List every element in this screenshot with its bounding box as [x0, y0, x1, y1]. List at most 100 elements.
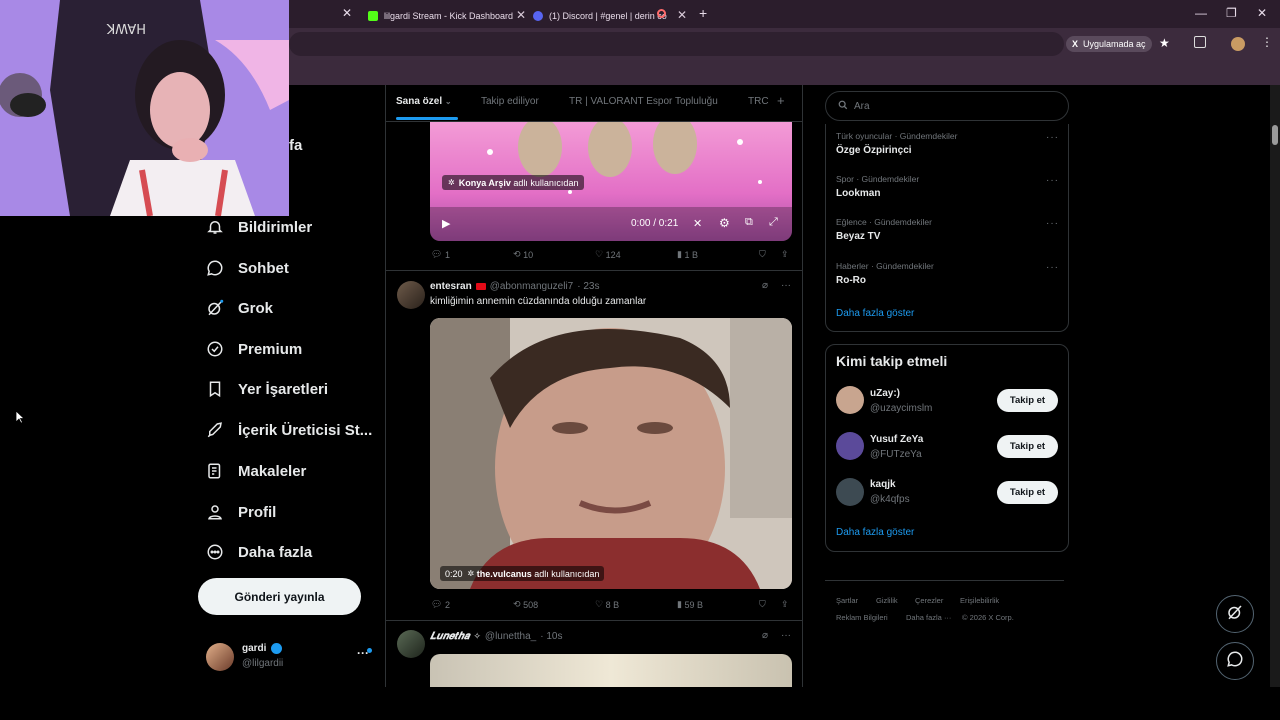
maximize-button[interactable]: ❐ — [1226, 6, 1237, 20]
follow-button[interactable]: Takip et — [997, 435, 1058, 458]
pip-icon[interactable]: ⧉ — [745, 216, 753, 229]
suggestion-name[interactable]: uZay:) — [870, 388, 900, 399]
footer-ads-info-link[interactable]: Reklam Bilgileri — [836, 613, 888, 622]
play-button[interactable]: ▶ — [442, 217, 450, 230]
post-author-name[interactable]: entesran — [430, 281, 472, 292]
share-icon[interactable]: ⇪ — [781, 249, 789, 260]
suggestion-handle: @k4qfps — [870, 494, 910, 505]
post-more-icon[interactable]: ··· — [781, 630, 791, 641]
trend-name[interactable]: Özge Özpirinçci — [836, 145, 912, 156]
footer-accessibility-link[interactable]: Erişilebilirlik — [960, 596, 999, 605]
like-button[interactable]: ♡ 124 — [595, 249, 621, 260]
trend-name[interactable]: Ro-Ro — [836, 275, 866, 286]
trend-more-icon[interactable]: ··· — [1046, 175, 1059, 186]
nav-label: Profil — [238, 503, 277, 521]
avatar[interactable] — [836, 432, 864, 460]
tab-close-icon[interactable]: ✕ — [516, 8, 526, 22]
profile-avatar-icon[interactable] — [1231, 37, 1245, 51]
share-icon[interactable]: ⇪ — [781, 599, 789, 610]
window-close-button[interactable]: ✕ — [1257, 6, 1267, 20]
like-button[interactable]: ♡ 8 B — [595, 599, 619, 610]
tab-trc[interactable]: TRC — [748, 96, 769, 107]
new-tab-button[interactable]: + — [699, 5, 707, 21]
nav-bookmarks[interactable]: Yer İşaretleri — [205, 374, 328, 404]
post-more-icon[interactable]: ··· — [781, 280, 791, 291]
footer-cookies-link[interactable]: Çerezler — [915, 596, 943, 605]
post-button[interactable]: Gönderi yayınla — [198, 578, 361, 615]
trend-name[interactable]: Beyaz TV — [836, 231, 880, 242]
footer-privacy-link[interactable]: Gizlilik — [876, 596, 898, 605]
trends-show-more-link[interactable]: Daha fazla göster — [836, 308, 914, 319]
video-time: 0:20 — [445, 568, 463, 579]
reply-button[interactable]: 💬︎ 1 — [431, 249, 450, 260]
trend-more-icon[interactable]: ··· — [1046, 132, 1059, 143]
nav-articles[interactable]: Makaleler — [205, 456, 306, 486]
credit-suffix: adlı kullanıcıdan — [513, 177, 579, 188]
follow-show-more-link[interactable]: Daha fazla göster — [836, 527, 914, 538]
add-tab-button[interactable]: + — [777, 93, 785, 108]
nav-creator-studio[interactable]: İçerik Üreticisi St... — [205, 415, 372, 445]
tab-following[interactable]: Takip ediliyor — [481, 96, 539, 107]
page-scrollbar[interactable] — [1270, 85, 1280, 687]
repost-button[interactable]: ⟲ 10 — [513, 249, 533, 260]
tab-close-icon[interactable]: ✕ — [677, 8, 687, 22]
tab-for-you[interactable]: Sana özel ⌄ — [396, 96, 452, 107]
nav-premium[interactable]: Premium — [205, 334, 302, 364]
post1-video[interactable]: ✲ Konya Arşiv adlı kullanıcıdan ▶ 0:00 /… — [430, 122, 792, 241]
tab-close-icon[interactable]: ✕ — [342, 6, 352, 20]
avatar[interactable] — [836, 386, 864, 414]
footer-terms-link[interactable]: Şartlar — [836, 596, 858, 605]
url-field[interactable] — [289, 32, 1064, 56]
account-switcher[interactable]: gardi @lilgardii ··· — [198, 638, 378, 676]
trend-more-icon[interactable]: ··· — [1046, 218, 1059, 229]
scrollbar-thumb[interactable] — [1272, 125, 1278, 145]
repost-button[interactable]: ⟲ 508 — [513, 599, 538, 610]
browser-menu-icon[interactable]: ⋮ — [1261, 35, 1273, 49]
suggestion-name[interactable]: Yusuf ZeYa — [870, 434, 923, 445]
media-credit[interactable]: 0:20 ✲ the.vulcanus adlı kullanıcıdan — [440, 566, 605, 581]
nav-more[interactable]: Daha fazla — [205, 537, 312, 567]
post-author-name[interactable]: 𝑳𝒖𝒏𝒆𝒕𝒉𝒂 — [430, 631, 469, 642]
grok-explain-icon[interactable]: ⌀ — [762, 630, 768, 641]
star-bookmark-icon[interactable]: ★ — [1159, 36, 1170, 50]
footer-more-link[interactable]: Daha fazla ··· — [906, 613, 951, 622]
bookmark-icon[interactable]: ⛉ — [759, 249, 766, 260]
nav-grok[interactable]: Grok — [205, 293, 273, 323]
avatar[interactable] — [397, 630, 425, 658]
post2-video[interactable]: 0:20 ✲ the.vulcanus adlı kullanıcıdan — [430, 318, 792, 589]
trend-more-icon[interactable]: ··· — [1046, 262, 1059, 273]
trend-name[interactable]: Lookman — [836, 188, 880, 199]
divider — [825, 580, 1064, 581]
grok-floating-button[interactable] — [1216, 595, 1254, 633]
mute-icon[interactable]: ✕ — [693, 217, 702, 230]
follow-button[interactable]: Takip et — [997, 389, 1058, 412]
views-button[interactable]: ▮ 1 B — [677, 249, 698, 260]
minimize-button[interactable]: — — [1195, 6, 1207, 20]
post-author-handle[interactable]: @lunettha_ — [485, 631, 536, 642]
suggestion-name[interactable]: kaqjk — [870, 479, 896, 490]
post-author-handle[interactable]: @abonmanguzeli7 — [490, 281, 574, 292]
notification-dot — [367, 648, 372, 653]
extensions-icon[interactable] — [1194, 36, 1206, 48]
grok-explain-icon[interactable]: ⌀ — [762, 280, 768, 291]
avatar[interactable] — [836, 478, 864, 506]
settings-gear-icon[interactable]: ⚙ — [719, 216, 730, 230]
nav-notifications[interactable]: Bildirimler — [205, 212, 312, 242]
search-input[interactable]: Ara — [825, 91, 1069, 121]
messages-floating-button[interactable] — [1216, 642, 1254, 680]
reply-button[interactable]: 💬︎ 2 — [431, 599, 450, 610]
media-credit[interactable]: ✲ Konya Arşiv adlı kullanıcıdan — [442, 175, 585, 190]
nav-chat[interactable]: Sohbet — [205, 253, 289, 283]
tab-valorant-community[interactable]: TR | VALORANT Espor Topluluğu — [569, 96, 718, 107]
post3-media[interactable] — [430, 654, 792, 687]
open-in-app-button[interactable]: X Uygulamada aç — [1066, 36, 1152, 52]
bookmark-icon[interactable]: ⛉ — [759, 599, 766, 610]
fullscreen-icon[interactable]: ⤢ — [769, 216, 778, 229]
grok-icon — [205, 298, 225, 318]
nav-profile[interactable]: Profil — [205, 497, 276, 527]
follow-button[interactable]: Takip et — [997, 481, 1058, 504]
tab-kick-dashboard[interactable]: lilgardi Stream - Kick Dashboard ✕ — [368, 4, 526, 28]
views-button[interactable]: ▮ 59 B — [677, 599, 703, 610]
nav-label: Yer İşaretleri — [238, 380, 329, 398]
avatar[interactable] — [397, 281, 425, 309]
